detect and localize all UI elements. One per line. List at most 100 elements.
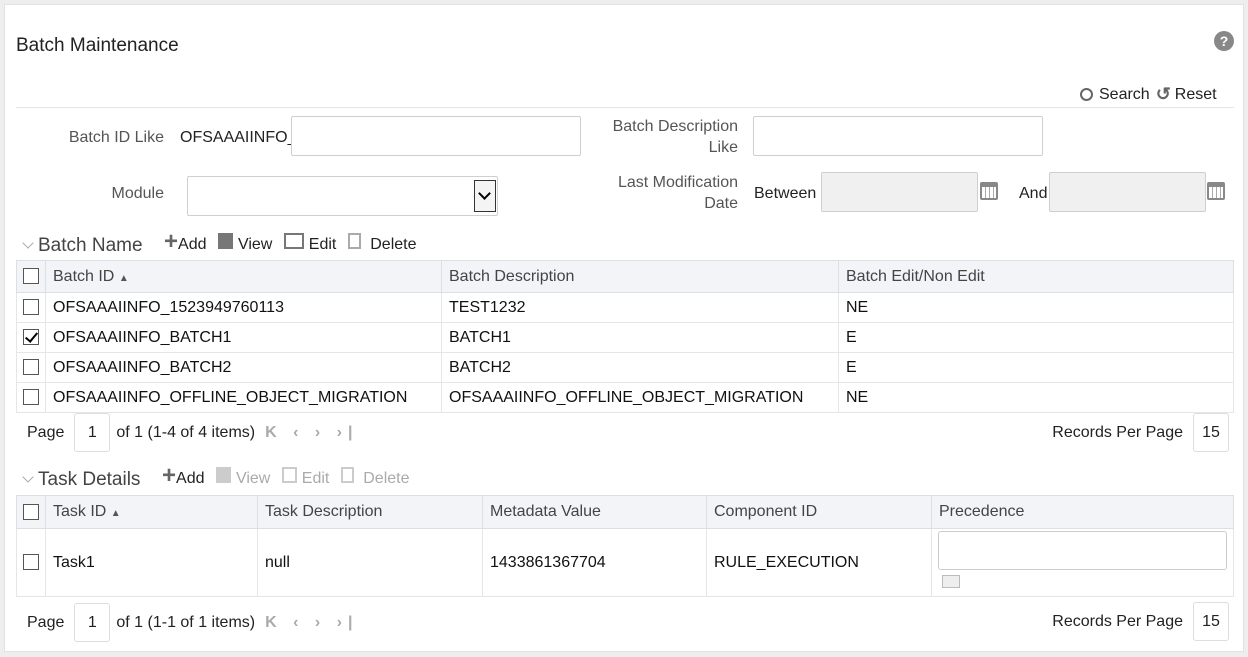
records-per-page-input[interactable]: 15: [1193, 602, 1229, 641]
row-checkbox[interactable]: [16, 292, 46, 323]
view-batch-button[interactable]: View: [210, 233, 272, 254]
select-all-checkbox[interactable]: [16, 260, 46, 293]
column-batch-description[interactable]: Batch Description: [441, 260, 839, 293]
table-row[interactable]: OFSAAAIINFO_1523949760113 TEST1232 NE: [16, 292, 1234, 323]
module-label: Module: [111, 185, 164, 202]
search-reset-bar: Search ↺ Reset: [1080, 84, 1217, 105]
metadata-value-cell: 1433861367704: [482, 528, 707, 597]
batch-id-prefix: OFSAAAIINFO_: [180, 129, 297, 146]
reset-button[interactable]: ↺ Reset: [1156, 84, 1217, 105]
calendar-icon[interactable]: [1207, 182, 1225, 200]
batch-description-label: Batch Description Like: [612, 118, 738, 156]
delete-batch-button[interactable]: Delete: [340, 233, 417, 254]
table-row[interactable]: OFSAAAIINFO_BATCH1 BATCH1 E: [16, 322, 1234, 353]
precedence-cell: [931, 528, 1234, 597]
records-per-page-input[interactable]: 15: [1193, 413, 1229, 452]
batch-pagination: Page 1 of 1 (1-4 of 4 items) K ‹ › ›|: [27, 413, 358, 452]
view-icon: [218, 233, 234, 249]
plus-icon: +: [162, 461, 177, 489]
batch-edit-cell: E: [838, 352, 1234, 383]
between-label: Between: [754, 185, 817, 202]
task-description-cell: null: [257, 528, 483, 597]
batch-description-cell: BATCH1: [441, 322, 839, 353]
trash-icon: [348, 233, 362, 249]
task-toolbar: +Add View Edit Delete: [162, 463, 410, 488]
view-icon: [216, 467, 232, 483]
precedence-picker-icon[interactable]: [942, 575, 960, 588]
chevron-down-icon: [22, 237, 34, 249]
batch-id-cell[interactable]: OFSAAAIINFO_OFFLINE_OBJECT_MIGRATION: [45, 382, 442, 413]
table-row[interactable]: Task1 null 1433861367704 RULE_EXECUTION: [16, 528, 1234, 597]
row-checkbox[interactable]: [16, 352, 46, 383]
and-label: And: [1019, 185, 1048, 202]
view-task-button[interactable]: View: [208, 467, 270, 488]
batch-description-cell: TEST1232: [441, 292, 839, 323]
divider: [16, 107, 1234, 108]
edit-task-button[interactable]: Edit: [274, 467, 329, 488]
batch-id-cell[interactable]: OFSAAAIINFO_1523949760113: [45, 292, 442, 323]
sort-ascending-icon: ▲: [118, 272, 129, 284]
date-from-input[interactable]: [821, 172, 978, 212]
select-all-checkbox[interactable]: [16, 495, 46, 529]
component-id-cell: RULE_EXECUTION: [706, 528, 932, 597]
precedence-input[interactable]: [938, 531, 1227, 570]
batch-edit-cell: E: [838, 322, 1234, 353]
add-batch-button[interactable]: +Add: [164, 229, 206, 254]
batch-edit-cell: NE: [838, 292, 1234, 323]
task-records-per-page: Records Per Page 15: [1052, 602, 1229, 641]
reset-icon: ↺: [1155, 84, 1171, 104]
table-row[interactable]: OFSAAAIINFO_BATCH2 BATCH2 E: [16, 352, 1234, 383]
edit-icon: [282, 467, 298, 483]
module-select[interactable]: [187, 176, 498, 216]
page-title: Batch Maintenance: [16, 35, 179, 56]
chevron-down-icon[interactable]: [474, 180, 496, 212]
task-table: Task ID ▲ Task Description Metadata Valu…: [16, 495, 1234, 597]
batch-description-cell: OFSAAAIINFO_OFFLINE_OBJECT_MIGRATION: [441, 382, 839, 413]
batch-description-input[interactable]: [753, 116, 1043, 156]
page-number-input[interactable]: 1: [74, 413, 111, 452]
batch-id-input[interactable]: [291, 116, 581, 156]
calendar-icon[interactable]: [980, 182, 998, 200]
help-icon[interactable]: ?: [1214, 31, 1234, 51]
batch-edit-cell: NE: [838, 382, 1234, 413]
table-header-row: Batch ID ▲ Batch Description Batch Edit/…: [16, 260, 1234, 293]
plus-icon: +: [164, 227, 179, 255]
task-pagination: Page 1 of 1 (1-1 of 1 items) K ‹ › ›|: [27, 603, 358, 642]
edit-icon: [284, 233, 305, 249]
pagination-nav-icons[interactable]: K ‹ › ›|: [265, 424, 358, 442]
table-row[interactable]: OFSAAAIINFO_OFFLINE_OBJECT_MIGRATION OFS…: [16, 382, 1234, 413]
column-precedence[interactable]: Precedence: [931, 495, 1234, 529]
batch-id-cell[interactable]: OFSAAAIINFO_BATCH2: [45, 352, 442, 383]
delete-task-button[interactable]: Delete: [333, 467, 410, 488]
sort-ascending-icon: ▲: [110, 508, 121, 519]
batch-table: Batch ID ▲ Batch Description Batch Edit/…: [16, 260, 1234, 413]
batch-id-label: Batch ID Like: [68, 129, 164, 146]
task-details-section-header[interactable]: Task Details: [20, 469, 140, 491]
batch-records-per-page: Records Per Page 15: [1052, 413, 1229, 452]
search-icon: [1080, 88, 1093, 101]
search-button[interactable]: Search: [1080, 86, 1150, 104]
row-checkbox[interactable]: [16, 322, 46, 353]
batch-description-cell: BATCH2: [441, 352, 839, 383]
edit-batch-button[interactable]: Edit: [276, 233, 336, 254]
batch-id-cell[interactable]: OFSAAAIINFO_BATCH1: [45, 322, 442, 353]
task-id-cell[interactable]: Task1: [45, 528, 258, 597]
chevron-down-icon: [22, 471, 34, 483]
page-number-input[interactable]: 1: [74, 603, 111, 642]
column-task-id[interactable]: Task ID ▲: [45, 495, 258, 529]
date-to-input[interactable]: [1049, 172, 1206, 212]
column-task-description[interactable]: Task Description: [257, 495, 483, 529]
batch-name-section-header[interactable]: Batch Name: [20, 235, 143, 257]
column-metadata-value[interactable]: Metadata Value: [482, 495, 707, 529]
column-component-id[interactable]: Component ID: [706, 495, 932, 529]
column-batch-id[interactable]: Batch ID ▲: [45, 260, 442, 293]
column-batch-edit[interactable]: Batch Edit/Non Edit: [838, 260, 1234, 293]
last-modification-label: Last Modification Date: [617, 174, 738, 212]
row-checkbox[interactable]: [16, 528, 46, 597]
table-header-row: Task ID ▲ Task Description Metadata Valu…: [16, 495, 1234, 529]
trash-icon: [341, 467, 355, 483]
add-task-button[interactable]: +Add: [162, 463, 204, 488]
row-checkbox[interactable]: [16, 382, 46, 413]
batch-toolbar: +Add View Edit Delete: [164, 229, 417, 254]
pagination-nav-icons[interactable]: K ‹ › ›|: [265, 614, 358, 632]
